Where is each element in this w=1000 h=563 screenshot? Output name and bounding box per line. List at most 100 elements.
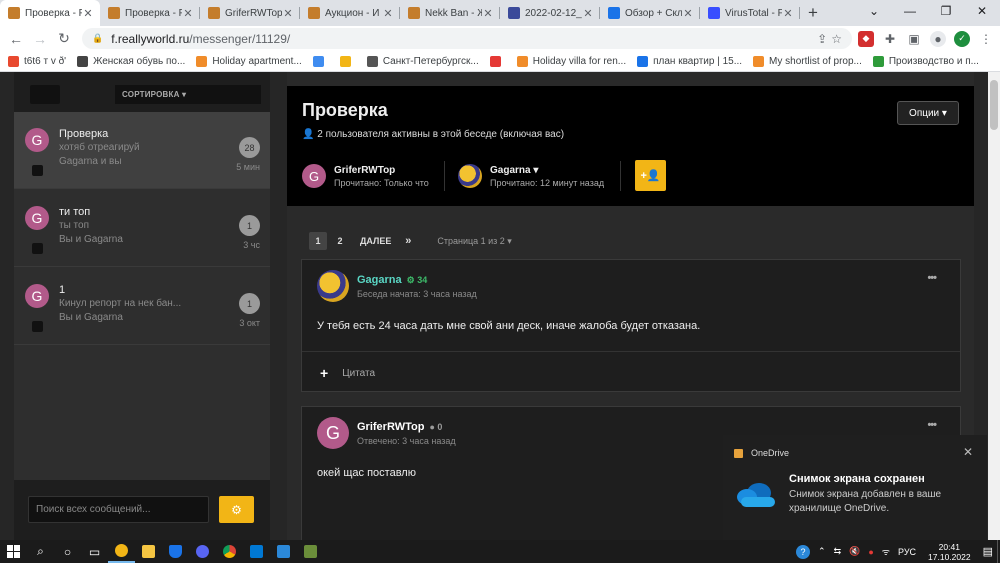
language-indicator[interactable]: РУС xyxy=(898,547,916,557)
avatar[interactable]: G xyxy=(317,417,349,449)
close-tab-icon[interactable]: ✕ xyxy=(182,7,194,20)
close-icon[interactable]: ✕ xyxy=(963,445,973,459)
quote-button[interactable]: + Цитата xyxy=(320,365,375,381)
share-icon[interactable]: ⇪ xyxy=(817,32,827,46)
close-tab-icon[interactable]: ✕ xyxy=(682,7,694,20)
conversation-title[interactable]: 1 xyxy=(59,284,65,296)
conversation-checkbox[interactable] xyxy=(32,243,43,254)
puzzle-extensions-icon[interactable]: ✚ xyxy=(882,31,898,47)
browser-tab[interactable]: Проверка - F ✕ xyxy=(100,0,200,26)
page-2-link[interactable]: 2 xyxy=(331,232,349,250)
invite-user-button[interactable]: +👤 xyxy=(635,160,666,191)
browser-menu-icon[interactable]: ⋮ xyxy=(978,31,994,47)
page-scrollbar[interactable] xyxy=(988,72,1000,540)
tab-search-icon[interactable]: ⌄ xyxy=(856,0,892,22)
browser-tab[interactable]: Аукцион - И ✕ xyxy=(300,0,400,26)
start-button[interactable] xyxy=(0,540,27,563)
browser-tab[interactable]: Проверка - F ✕ xyxy=(0,0,100,26)
taskbar-chrome[interactable] xyxy=(216,540,243,563)
avatar[interactable]: G xyxy=(25,206,49,230)
bookmark-star-icon[interactable]: ☆ xyxy=(831,32,842,46)
conversation-checkbox[interactable] xyxy=(32,321,43,332)
bookmark-item[interactable]: план квартир | 15... xyxy=(637,55,742,67)
close-tab-icon[interactable]: ✕ xyxy=(382,7,394,20)
maximize-button[interactable]: ❐ xyxy=(928,0,964,22)
last-page-link[interactable]: » xyxy=(399,232,417,250)
profile-icon[interactable]: ● xyxy=(930,30,946,47)
back-icon[interactable]: ← xyxy=(4,31,28,47)
scrollbar-thumb[interactable] xyxy=(990,80,998,130)
bookmark-item[interactable]: Женская обувь по... xyxy=(77,55,185,67)
taskbar-yandex-browser[interactable] xyxy=(108,540,135,563)
post-meta[interactable]: Отвечено: 3 часа назад xyxy=(357,436,456,446)
page-1-link[interactable]: 1 xyxy=(309,232,327,250)
cortana-icon[interactable]: ○ xyxy=(54,540,81,563)
help-icon[interactable]: ? xyxy=(796,544,811,559)
member-name[interactable]: GriferRWTop xyxy=(334,165,395,176)
reload-icon[interactable]: ↻ xyxy=(52,30,76,47)
more-options-icon[interactable]: ••• xyxy=(927,272,937,284)
select-all-button[interactable] xyxy=(30,85,60,104)
taskbar-minecraft[interactable] xyxy=(297,540,324,563)
taskbar-photos[interactable] xyxy=(270,540,297,563)
bookmark-item[interactable] xyxy=(489,55,506,67)
avatar[interactable]: G xyxy=(302,164,326,188)
close-tab-icon[interactable]: ✕ xyxy=(782,7,794,20)
shield-extension-icon[interactable]: ◆ xyxy=(858,30,874,47)
taskbar-defender[interactable] xyxy=(162,540,189,563)
conversation-item[interactable]: Gти топ ты топ Вы и Gagarna 1 3 чс xyxy=(14,190,270,267)
bookmark-item[interactable]: Holiday apartment... xyxy=(196,55,302,67)
new-tab-button[interactable]: + xyxy=(800,0,826,26)
sort-dropdown[interactable]: СОРТИРОВКА ▾ xyxy=(115,85,261,104)
clock[interactable]: 20:41 17.10.2022 xyxy=(928,542,971,562)
avatar[interactable] xyxy=(458,164,482,188)
conversation-title[interactable]: Проверка xyxy=(59,128,108,140)
taskbar-mail[interactable] xyxy=(243,540,270,563)
avatar[interactable]: G xyxy=(25,284,49,308)
post-author[interactable]: Gagarna xyxy=(357,274,402,286)
sidebar-icon[interactable]: ▣ xyxy=(906,31,922,47)
bookmark-item[interactable]: Санкт-Петербургск... xyxy=(366,55,479,67)
forward-icon[interactable]: → xyxy=(28,31,52,47)
minimize-button[interactable]: — xyxy=(892,0,928,22)
message-search-input[interactable] xyxy=(28,496,209,523)
task-view-icon[interactable]: ▭ xyxy=(81,540,108,563)
chevron-up-icon[interactable]: ⌃ xyxy=(818,546,826,557)
post-meta[interactable]: Беседа начата: 3 часа назад xyxy=(357,289,477,299)
guard-extension-icon[interactable]: ✓ xyxy=(954,30,970,47)
conversation-item[interactable]: G 1 Кинул репорт на нек бан... Вы и Gagarna… xyxy=(14,268,270,345)
post-author[interactable]: GriferRWTop xyxy=(357,421,424,433)
volume-muted-icon[interactable]: 🔇 xyxy=(849,546,860,557)
browser-tab[interactable]: Nekk Ban - Ж ✕ xyxy=(400,0,500,26)
page-info-dropdown[interactable]: Страница 1 из 2 ▾ xyxy=(437,236,511,247)
more-options-icon[interactable]: ••• xyxy=(927,419,937,431)
wifi-icon[interactable]: ᯤ xyxy=(882,545,890,558)
close-tab-icon[interactable]: ✕ xyxy=(582,7,594,20)
taskbar-discord[interactable] xyxy=(189,540,216,563)
close-tab-icon[interactable]: ✕ xyxy=(82,7,94,20)
onedrive-notification[interactable]: OneDrive ✕ Снимок экрана сохранен Снимок… xyxy=(723,435,987,540)
avatar[interactable]: G xyxy=(25,128,49,152)
options-button[interactable]: Опции ▾ xyxy=(897,101,959,125)
browser-tab[interactable]: VirusTotal - F ✕ xyxy=(700,0,800,26)
record-icon[interactable]: ● xyxy=(868,547,873,557)
conversation-checkbox[interactable] xyxy=(32,165,43,176)
bookmark-item[interactable]: My shortlist of prop... xyxy=(753,55,862,67)
search-icon[interactable]: ⌕ xyxy=(27,540,54,563)
close-tab-icon[interactable]: ✕ xyxy=(282,7,294,20)
taskbar-file-explorer[interactable] xyxy=(135,540,162,563)
lock-icon[interactable]: 🔒 xyxy=(92,33,103,44)
conversation-title[interactable]: ти топ xyxy=(59,206,90,218)
browser-tab[interactable]: 2022-02-12_1 ✕ xyxy=(500,0,600,26)
address-bar[interactable]: 🔒 f.reallyworld.ru/messenger/11129/ ⇪ ☆ xyxy=(82,28,852,49)
notification-center-icon[interactable]: ▤ xyxy=(983,545,993,558)
bookmark-item[interactable]: Производство и п... xyxy=(872,55,979,67)
search-settings-button[interactable]: ⚙ xyxy=(219,496,254,523)
bookmark-item[interactable]: t6t6 т v ð' xyxy=(8,55,66,67)
conversation-item[interactable]: G Проверка хотяб отреагируй Gagarna и вы 28 5… xyxy=(14,112,270,189)
member-name[interactable]: Gagarna ▾ xyxy=(490,165,538,176)
close-tab-icon[interactable]: ✕ xyxy=(482,7,494,20)
avatar[interactable] xyxy=(317,270,349,302)
browser-tab[interactable]: Обзор + Скл ✕ xyxy=(600,0,700,26)
bookmark-item[interactable] xyxy=(312,55,329,67)
